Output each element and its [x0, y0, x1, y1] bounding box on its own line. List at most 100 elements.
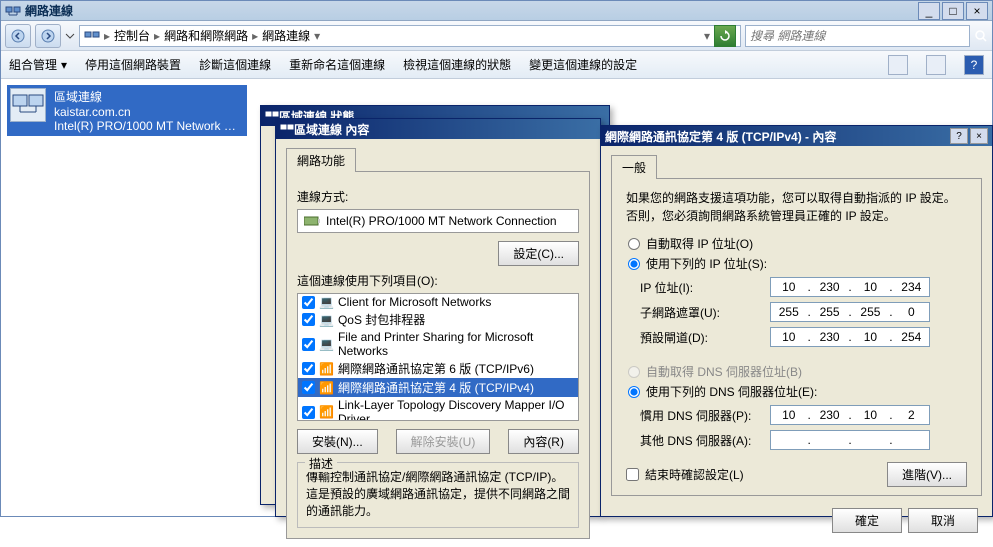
adapter-field: Intel(R) PRO/1000 MT Network Connection	[297, 209, 579, 233]
radio-auto-dns: 自動取得 DNS 伺服器位址(B)	[628, 363, 975, 380]
toolbar-settings[interactable]: 變更這個連線的設定	[529, 56, 637, 73]
ip-label: IP 位址(I):	[640, 279, 770, 296]
install-button[interactable]: 安裝(N)...	[297, 429, 378, 454]
validate-checkbox[interactable]	[626, 468, 639, 481]
radio[interactable]	[628, 258, 640, 270]
description-title: 描述	[305, 455, 337, 472]
search-button[interactable]	[974, 29, 988, 43]
tab-general[interactable]: 一般	[611, 155, 657, 179]
radio-auto-ip[interactable]: 自動取得 IP 位址(O)	[628, 235, 975, 252]
toolbar-disable[interactable]: 停用這個網路裝置	[85, 56, 181, 73]
network-icon	[5, 3, 21, 19]
component-icon: 💻	[319, 295, 334, 309]
minimize-button[interactable]: _	[918, 2, 940, 20]
search-input[interactable]	[750, 29, 965, 43]
forward-button[interactable]	[35, 24, 61, 48]
search-box[interactable]	[745, 25, 970, 47]
checkbox[interactable]	[302, 406, 315, 419]
list-item[interactable]: 💻QoS 封包排程器	[298, 310, 578, 329]
protocol-icon: 📶	[319, 381, 334, 395]
ipv4-title: 網際網路通訊協定第 4 版 (TCP/IPv4) - 內容	[605, 128, 948, 145]
dropdown-icon[interactable]: ▾	[704, 29, 710, 43]
configure-button[interactable]: 設定(C)...	[498, 241, 579, 266]
radio-manual-ip[interactable]: 使用下列的 IP 位址(S):	[628, 255, 975, 272]
toolbar-diagnose[interactable]: 診斷這個連線	[199, 56, 271, 73]
ip-input[interactable]: 10.230.10.234	[770, 277, 930, 297]
uninstall-button: 解除安裝(U)	[396, 429, 491, 454]
cancel-button[interactable]: 取消	[908, 508, 978, 533]
maximize-button[interactable]: □	[942, 2, 964, 20]
history-dropdown-icon[interactable]	[65, 31, 75, 41]
gateway-label: 預設閘道(D):	[640, 329, 770, 346]
window-title: 網路連線	[25, 2, 918, 19]
crumb-control-panel[interactable]: 控制台	[114, 27, 150, 44]
dns1-label: 慣用 DNS 伺服器(P):	[640, 407, 770, 424]
mask-label: 子網路遮罩(U):	[640, 304, 770, 321]
crumb-network-connections[interactable]: 網路連線	[262, 27, 310, 44]
list-item[interactable]: 📶Link-Layer Topology Discovery Mapper I/…	[298, 397, 578, 421]
tab-strip: 一般	[611, 154, 982, 179]
addressbar[interactable]: ▸ 控制台 ▸ 網路和網際網路 ▸ 網路連線 ▾ ▾	[79, 25, 741, 47]
toolbar-rename[interactable]: 重新命名這個連線	[289, 56, 385, 73]
validate-checkbox-row[interactable]: 結束時確認設定(L)	[626, 466, 744, 483]
list-item-selected[interactable]: 📶網際網路通訊協定第 4 版 (TCP/IPv4)	[298, 378, 578, 397]
connection-item[interactable]: 區域連線 kaistar.com.cn Intel(R) PRO/1000 MT…	[7, 85, 247, 136]
radio[interactable]	[628, 386, 640, 398]
mask-input[interactable]: 255.255.255.0	[770, 302, 930, 322]
refresh-button[interactable]	[714, 25, 736, 47]
checkbox[interactable]	[302, 362, 315, 375]
adapter-name: Intel(R) PRO/1000 MT Network Connection	[326, 214, 557, 228]
radio-manual-dns[interactable]: 使用下列的 DNS 伺服器位址(E):	[628, 383, 975, 400]
navbar: ▸ 控制台 ▸ 網路和網際網路 ▸ 網路連線 ▾ ▾	[1, 21, 992, 51]
dns2-row: 其他 DNS 伺服器(A): ...	[640, 430, 975, 450]
component-icon: 💻	[319, 313, 334, 327]
back-button[interactable]	[5, 24, 31, 48]
gateway-input[interactable]: 10.230.10.254	[770, 327, 930, 347]
list-item[interactable]: 💻Client for Microsoft Networks	[298, 294, 578, 310]
protocol-icon: 📶	[319, 362, 334, 376]
connection-adapter: Intel(R) PRO/1000 MT Network Con...	[54, 119, 244, 133]
properties-titlebar: 區域連線 內容	[276, 119, 600, 139]
connection-name: 區域連線	[54, 88, 244, 105]
crumb-network-internet[interactable]: 網路和網際網路	[164, 27, 248, 44]
checkbox[interactable]	[302, 381, 315, 394]
checkbox[interactable]	[302, 313, 315, 326]
uses-label: 這個連線使用下列項目(O):	[297, 272, 579, 289]
list-item[interactable]: 💻File and Printer Sharing for Microsoft …	[298, 329, 578, 359]
component-list[interactable]: 💻Client for Microsoft Networks 💻QoS 封包排程…	[297, 293, 579, 421]
ok-button[interactable]: 確定	[832, 508, 902, 533]
ipv4-titlebar: 網際網路通訊協定第 4 版 (TCP/IPv4) - 內容 ? ×	[601, 126, 992, 146]
preview-icon[interactable]	[926, 55, 946, 75]
ipv4-dialog: 網際網路通訊協定第 4 版 (TCP/IPv4) - 內容 ? × 一般 如果您…	[600, 125, 993, 517]
checkbox[interactable]	[302, 296, 315, 309]
protocol-icon: 📶	[319, 405, 334, 419]
description-group: 描述 傳輸控制通訊協定/網際網路通訊協定 (TCP/IP)。這是預設的廣域網路通…	[297, 462, 579, 528]
description-text: 傳輸控制通訊協定/網際網路通訊協定 (TCP/IP)。這是預設的廣域網路通訊協定…	[306, 469, 570, 519]
toolbar: 組合管理 ▾ 停用這個網路裝置 診斷這個連線 重新命名這個連線 檢視這個連線的狀…	[1, 51, 992, 79]
help-button[interactable]: ?	[950, 128, 968, 144]
list-item[interactable]: 📶網際網路通訊協定第 6 版 (TCP/IPv6)	[298, 359, 578, 378]
dns2-label: 其他 DNS 伺服器(A):	[640, 432, 770, 449]
ip-row: IP 位址(I): 10.230.10.234	[640, 277, 975, 297]
connect-using-label: 連線方式:	[297, 188, 579, 205]
radio	[628, 366, 640, 378]
help-icon[interactable]: ?	[964, 55, 984, 75]
radio[interactable]	[628, 238, 640, 250]
close-button[interactable]: ×	[966, 2, 988, 20]
toolbar-organize[interactable]: 組合管理 ▾	[9, 56, 67, 73]
view-icon[interactable]	[888, 55, 908, 75]
dns2-input[interactable]: ...	[770, 430, 930, 450]
properties-title: 區域連線 內容	[294, 121, 596, 138]
item-properties-button[interactable]: 內容(R)	[508, 429, 579, 454]
checkbox[interactable]	[302, 338, 315, 351]
connection-domain: kaistar.com.cn	[54, 105, 244, 119]
tab-networking[interactable]: 網路功能	[286, 148, 356, 172]
properties-dialog: 區域連線 內容 網路功能 連線方式: Intel(R) PRO/1000 MT …	[275, 118, 601, 517]
connection-icon	[10, 88, 46, 122]
component-icon: 💻	[319, 337, 334, 351]
close-button[interactable]: ×	[970, 128, 988, 144]
dns1-input[interactable]: 10.230.10.2	[770, 405, 930, 425]
toolbar-status[interactable]: 檢視這個連線的狀態	[403, 56, 511, 73]
advanced-button[interactable]: 進階(V)...	[887, 462, 967, 487]
mask-row: 子網路遮罩(U): 255.255.255.0	[640, 302, 975, 322]
